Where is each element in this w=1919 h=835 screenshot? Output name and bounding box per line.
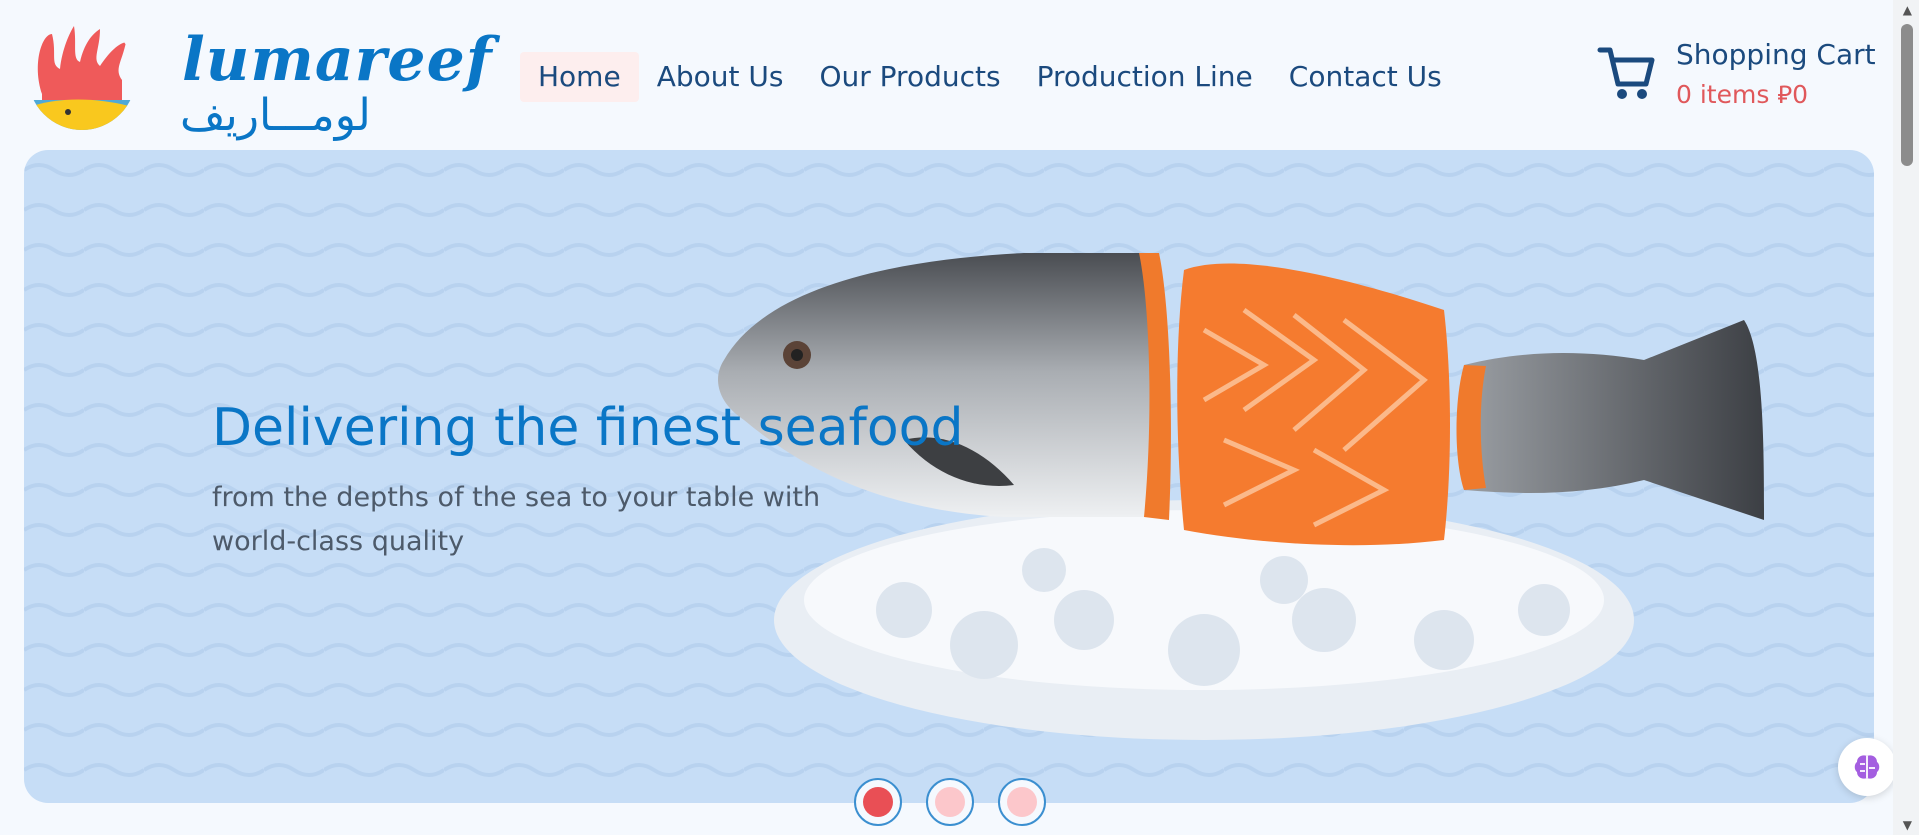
slide-dot-2[interactable] <box>926 778 974 826</box>
brand-logo[interactable]: lumareef لومـــاريف <box>22 12 492 138</box>
main-nav: Home About Us Our Products Production Li… <box>520 52 1460 102</box>
page-scrollbar[interactable]: ▲ ▼ <box>1893 0 1919 835</box>
slide-dot-1[interactable] <box>854 778 902 826</box>
nav-item-production-line[interactable]: Production Line <box>1019 52 1271 102</box>
hero-title: Delivering the finest seafood <box>212 398 964 458</box>
assistant-button[interactable] <box>1838 738 1896 796</box>
brain-icon <box>1854 755 1880 779</box>
nav-item-contact-us[interactable]: Contact Us <box>1271 52 1460 102</box>
scroll-down-arrow-icon[interactable]: ▼ <box>1903 818 1912 832</box>
cart-label: Shopping Cart <box>1676 38 1876 71</box>
nav-item-home[interactable]: Home <box>520 52 639 102</box>
hero-subtitle: from the depths of the sea to your table… <box>212 482 821 557</box>
scrollbar-thumb[interactable] <box>1901 24 1913 166</box>
scroll-up-arrow-icon[interactable]: ▲ <box>1903 3 1912 17</box>
brand-name-arabic: لومـــاريف <box>180 90 371 141</box>
slider-pagination <box>854 778 1046 826</box>
nav-item-our-products[interactable]: Our Products <box>801 52 1018 102</box>
cart-icon <box>1597 47 1655 99</box>
coral-fish-logo-icon <box>28 22 136 130</box>
slide-dot-3[interactable] <box>998 778 1046 826</box>
nav-item-about-us[interactable]: About Us <box>639 52 802 102</box>
cart-item-count: 0 items ⃁0 <box>1676 80 1809 109</box>
hero-banner: Delivering the finest seafood from the d… <box>24 150 1874 803</box>
brand-name-latin: lumareef <box>182 25 493 95</box>
shopping-cart-button[interactable]: Shopping Cart 0 items ⃁0 <box>1596 38 1896 118</box>
